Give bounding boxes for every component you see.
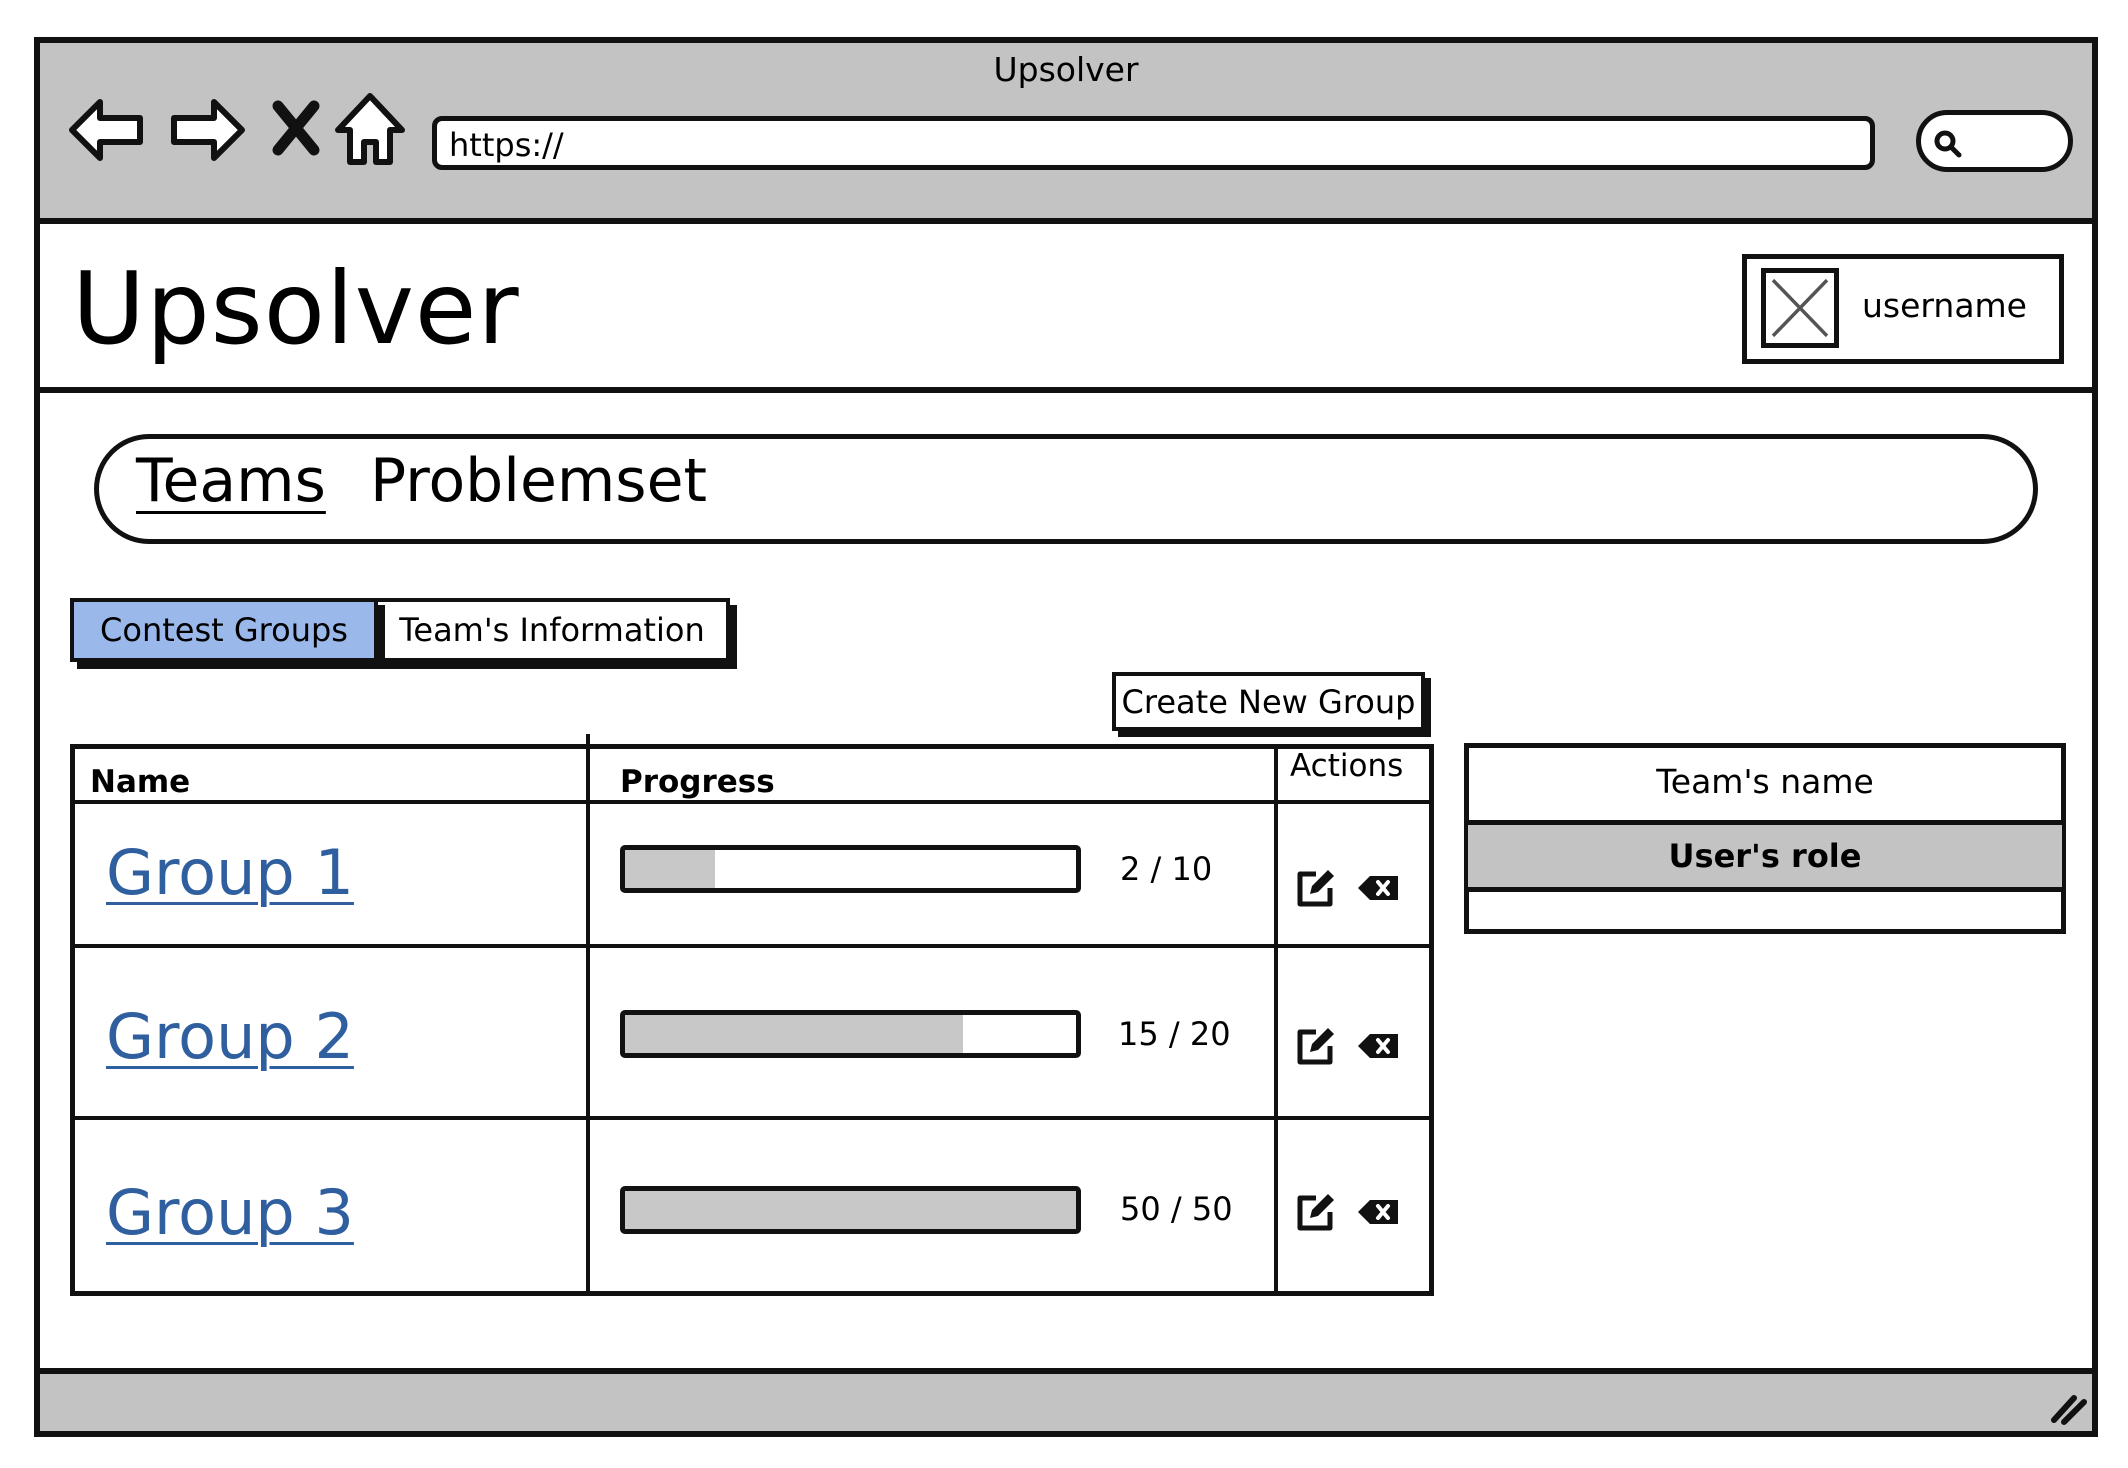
progress-bar-fill — [625, 1191, 1076, 1229]
edit-icon[interactable] — [1294, 1190, 1338, 1234]
group-link[interactable]: Group 3 — [106, 1176, 354, 1249]
column-divider — [586, 734, 590, 1296]
status-bar — [34, 1368, 2098, 1437]
nav-item-problemset[interactable]: Problemset — [370, 446, 707, 516]
group-link[interactable]: Group 2 — [106, 1000, 354, 1073]
edit-icon[interactable] — [1294, 1024, 1338, 1068]
avatar — [1761, 268, 1839, 348]
app-title: Upsolver — [72, 250, 520, 367]
search-icon — [1934, 130, 1962, 158]
progress-bar — [620, 845, 1081, 893]
column-header-actions: Actions — [1290, 748, 1404, 784]
browser-search-box[interactable] — [1916, 110, 2073, 172]
nav-item-teams[interactable]: Teams — [136, 446, 326, 516]
progress-bar-fill — [625, 850, 716, 888]
progress-count: 50 / 50 — [1120, 1190, 1233, 1228]
user-role: User's role — [1468, 825, 2062, 892]
group-link[interactable]: Group 1 — [106, 836, 354, 909]
progress-bar — [620, 1186, 1081, 1234]
tab-teams-information[interactable]: Team's Information — [374, 598, 730, 662]
column-header-progress: Progress — [620, 764, 775, 800]
username: username — [1862, 286, 2027, 325]
resize-grip-icon[interactable] — [2048, 1390, 2088, 1426]
row-divider — [70, 944, 1434, 948]
team-name: Team's name — [1464, 743, 2066, 825]
home-icon[interactable] — [330, 90, 410, 170]
row-divider — [70, 1116, 1434, 1120]
progress-bar-fill — [625, 1015, 964, 1053]
back-arrow-icon[interactable] — [68, 90, 148, 170]
delete-icon[interactable] — [1356, 1024, 1400, 1068]
column-divider — [1274, 744, 1278, 1296]
progress-count: 15 / 20 — [1118, 1015, 1231, 1053]
create-new-group-button[interactable]: Create New Group — [1112, 672, 1425, 731]
forward-arrow-icon[interactable] — [166, 90, 246, 170]
close-icon[interactable] — [258, 90, 338, 170]
progress-bar — [620, 1010, 1081, 1058]
url-text: https:// — [449, 126, 564, 164]
delete-icon[interactable] — [1356, 1190, 1400, 1234]
url-bar[interactable]: https:// — [432, 116, 1875, 170]
delete-icon[interactable] — [1356, 866, 1400, 910]
edit-icon[interactable] — [1294, 866, 1338, 910]
header-divider — [70, 800, 1434, 804]
column-header-name: Name — [90, 764, 191, 800]
browser-title: Upsolver — [993, 50, 1139, 89]
tab-contest-groups[interactable]: Contest Groups — [70, 598, 378, 662]
progress-count: 2 / 10 — [1120, 850, 1213, 888]
